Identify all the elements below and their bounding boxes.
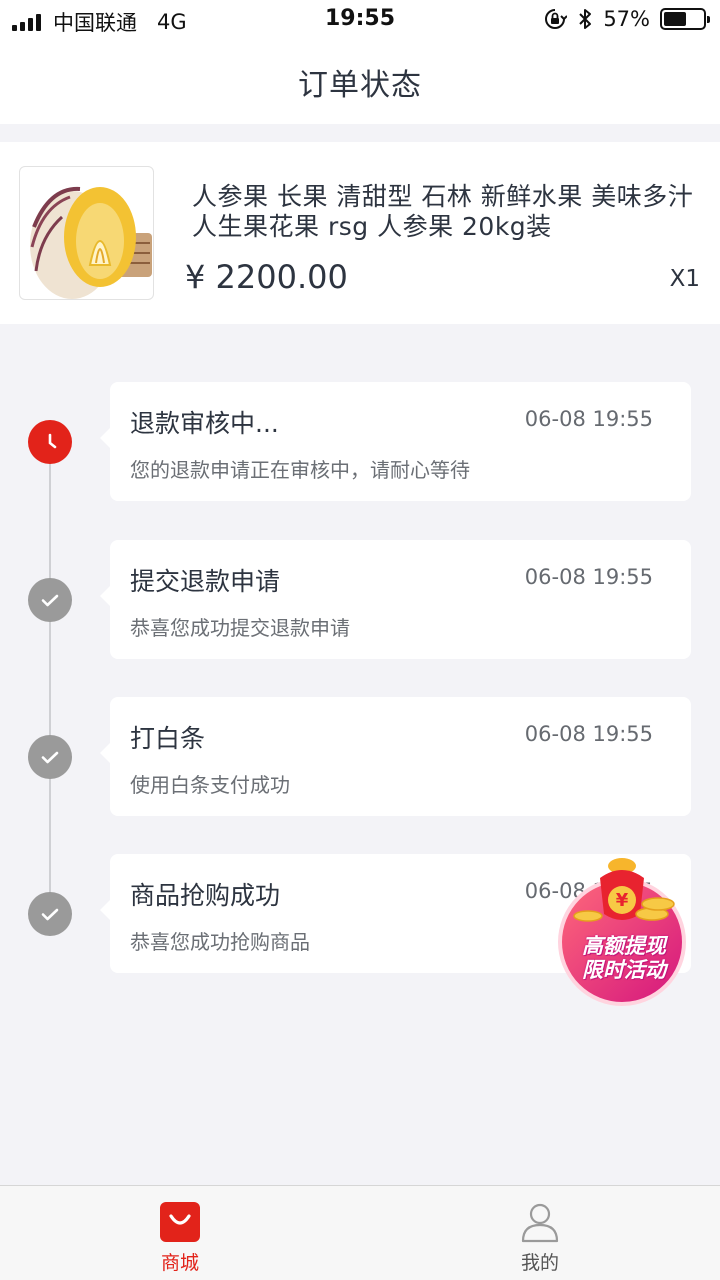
tab-label: 商城 [160, 1252, 199, 1274]
money-bag-icon: ¥ [558, 858, 686, 1006]
tab-label: 我的 [520, 1252, 559, 1274]
check-icon [28, 892, 72, 936]
page-title: 订单状态 [298, 68, 422, 103]
timeline-step-baitiao-paid: 打白条 06-08 19:55 使用白条支付成功 [100, 697, 691, 816]
status-bar: 中国联通 4G 19:55 57% [0, 0, 720, 40]
step-title: 提交退款申请 [130, 567, 281, 596]
battery-percent: 57% [603, 7, 650, 31]
timeline-step-refund-submitted: 提交退款申请 06-08 19:55 恭喜您成功提交退款申请 [100, 540, 691, 659]
step-description: 您的退款申请正在审核中，请耐心等待 [130, 458, 470, 482]
shopping-bag-icon [160, 1202, 200, 1242]
step-title: 退款审核中... [130, 409, 279, 438]
tab-bar: 商城 我的 [0, 1185, 720, 1280]
step-time: 06-08 19:55 [524, 407, 653, 431]
product-name: 人参果 长果 清甜型 石林 新鲜水果 美味多汁 人生果花果 rsg 人参果 20… [192, 182, 694, 241]
tab-mine[interactable]: 我的 [360, 1186, 720, 1280]
product-card[interactable]: 人参果 长果 清甜型 石林 新鲜水果 美味多汁 人生果花果 rsg 人参果 20… [0, 142, 720, 324]
user-icon [521, 1203, 559, 1243]
step-title: 打白条 [130, 724, 206, 753]
promo-text: 高额提现 限时活动 [548, 934, 700, 982]
bluetooth-icon [579, 9, 592, 29]
step-description: 恭喜您成功提交退款申请 [130, 616, 350, 640]
product-quantity: X1 [669, 266, 700, 292]
check-icon [28, 578, 72, 622]
step-description: 使用白条支付成功 [130, 773, 290, 797]
product-price: ¥ 2200.00 [185, 258, 348, 296]
timeline-connector [49, 440, 51, 914]
tab-mall[interactable]: 商城 [0, 1186, 360, 1280]
promo-line-1: 高额提现 [582, 934, 666, 958]
check-icon [28, 735, 72, 779]
withdraw-promo-badge[interactable]: ¥ 高额提现 限时活动 [548, 856, 700, 1006]
yuan-symbol: ¥ [616, 890, 629, 911]
timeline-step-refund-review: 退款审核中... 06-08 19:55 您的退款申请正在审核中，请耐心等待 [100, 382, 691, 501]
orientation-lock-icon [545, 9, 568, 29]
product-image [19, 166, 154, 300]
step-description: 恭喜您成功抢购商品 [130, 930, 310, 954]
battery-icon [660, 8, 710, 30]
step-time: 06-08 19:55 [524, 565, 653, 589]
clock-icon [28, 420, 72, 464]
step-title: 商品抢购成功 [130, 881, 281, 910]
promo-line-2: 限时活动 [582, 958, 666, 982]
navigation-bar: 订单状态 [0, 40, 720, 124]
step-time: 06-08 19:55 [524, 722, 653, 746]
